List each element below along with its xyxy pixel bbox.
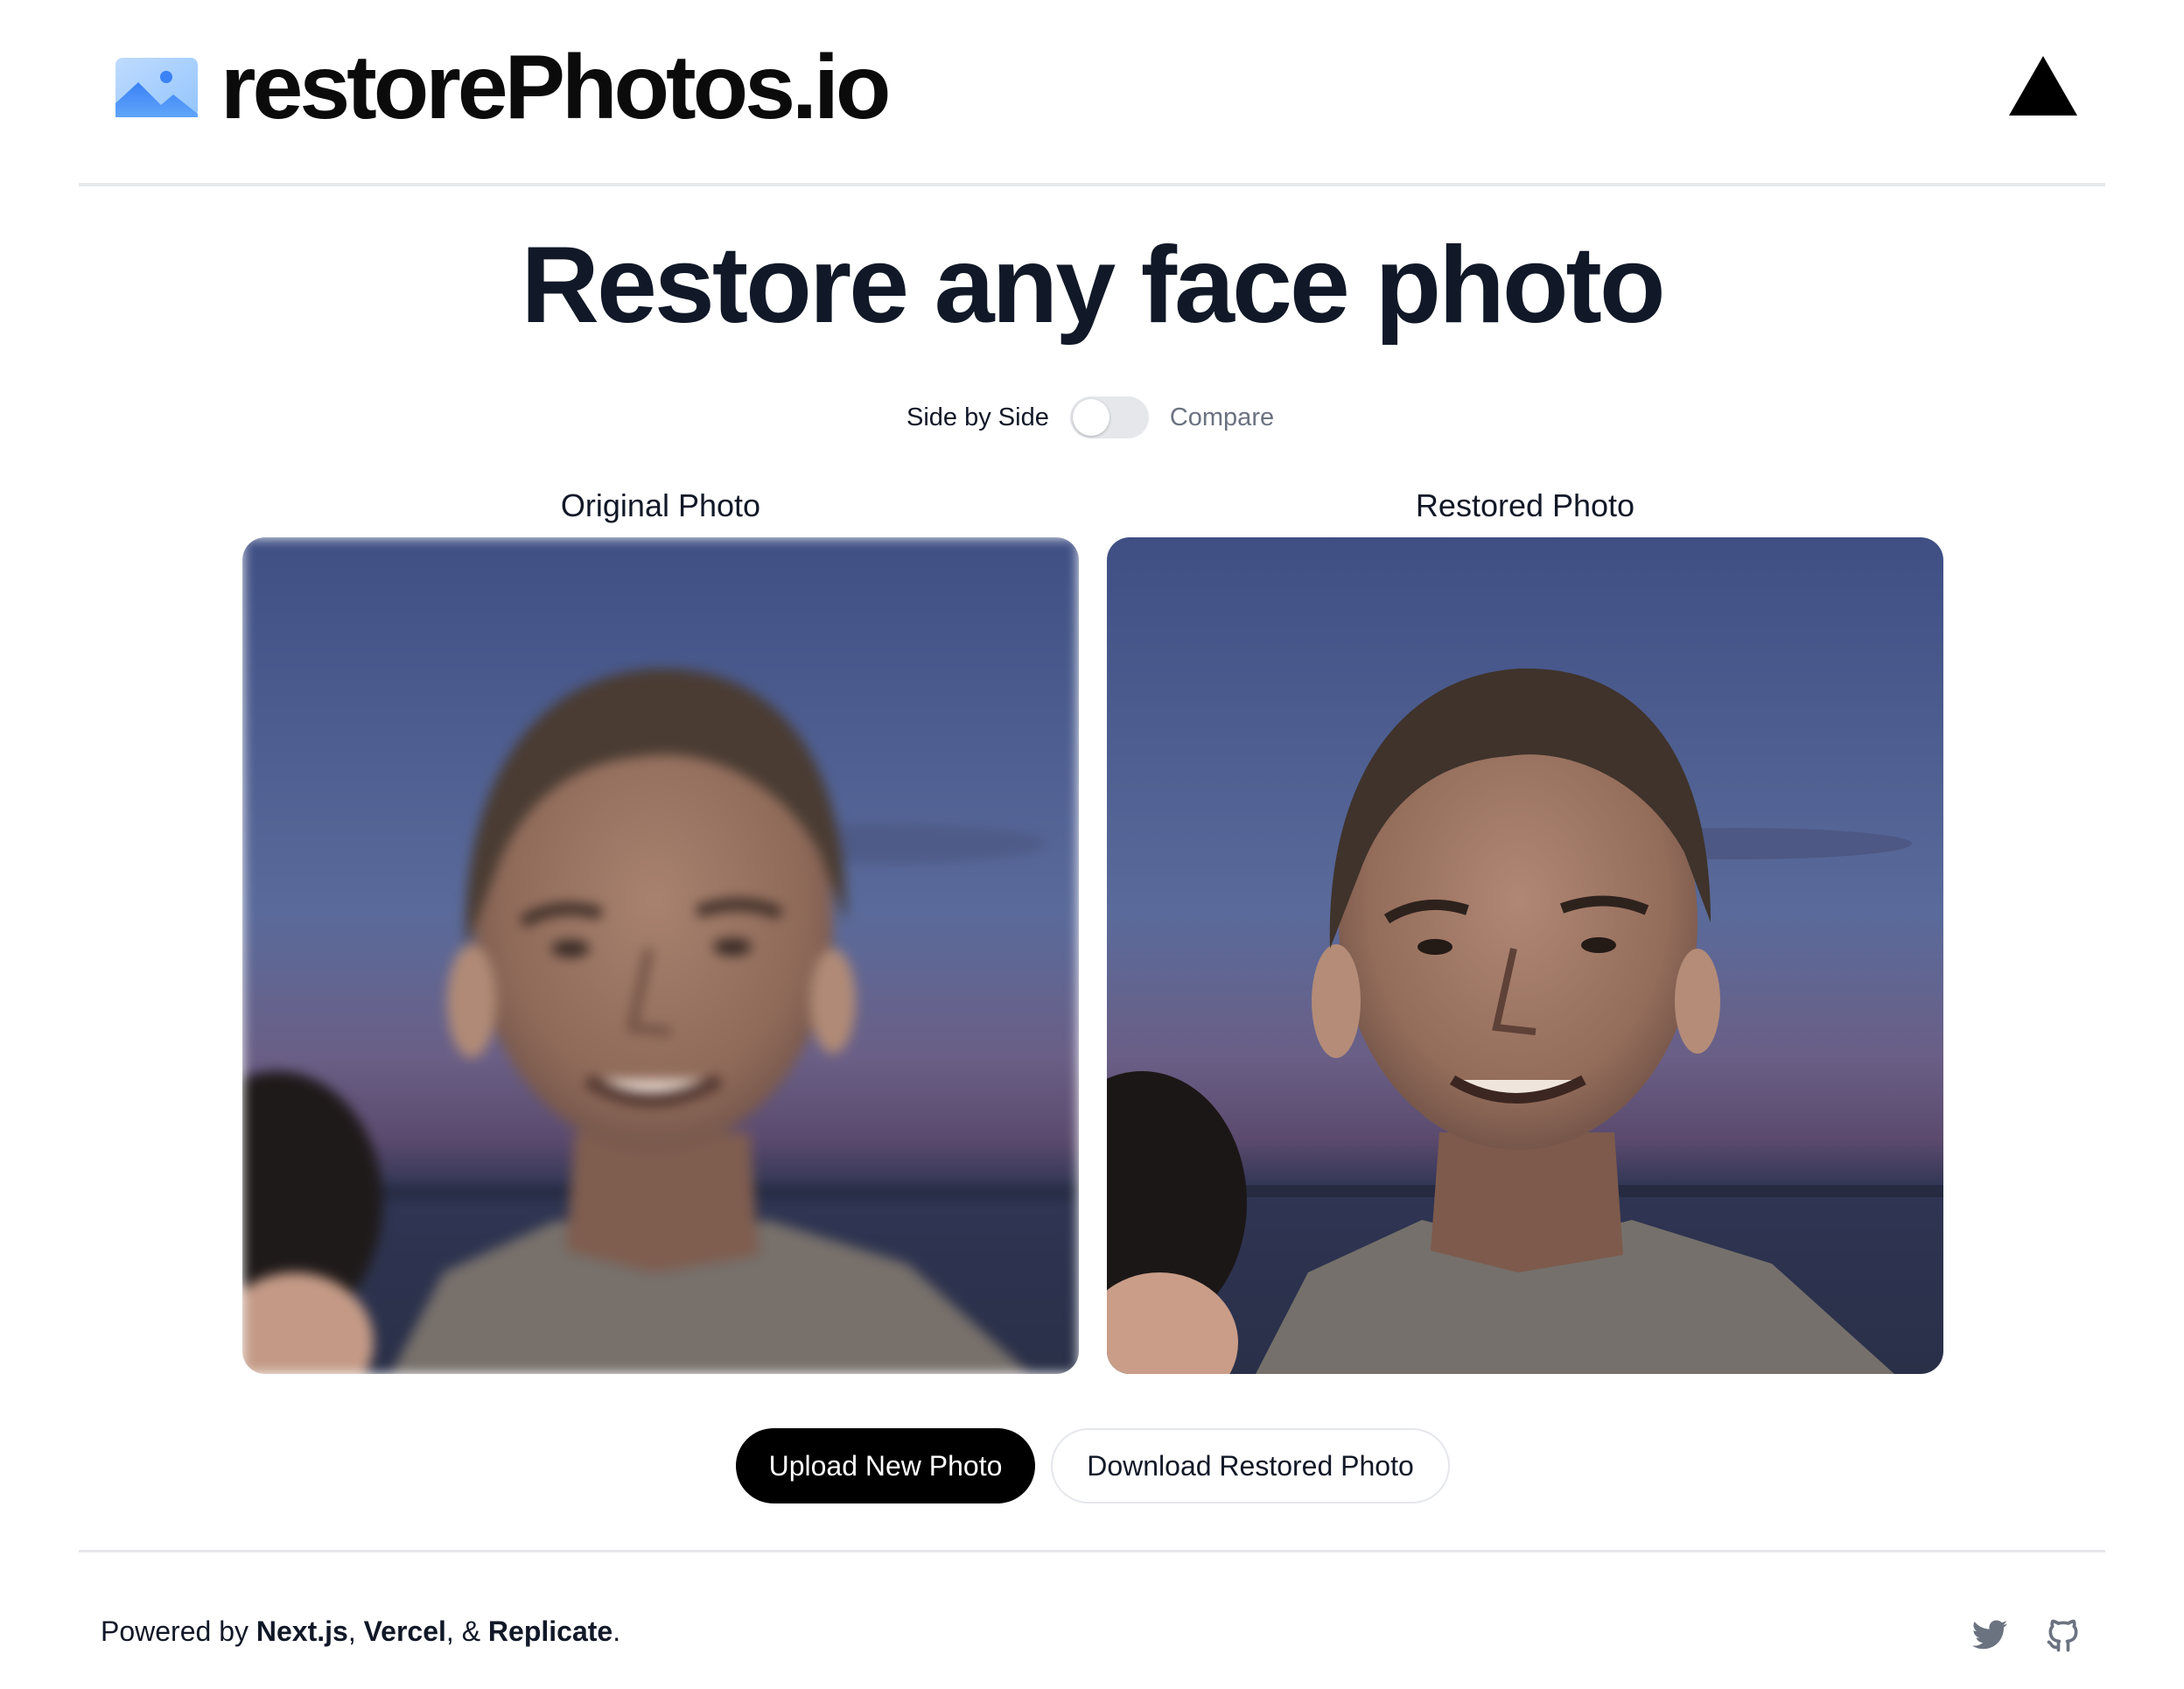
action-buttons: Upload New Photo Download Restored Photo <box>736 1428 1450 1503</box>
original-photo-label: Original Photo <box>560 487 761 523</box>
header: restorePhotos.io <box>79 0 2105 186</box>
suffix: . <box>612 1615 621 1647</box>
view-mode-switch[interactable] <box>1069 396 1149 438</box>
view-toggle: Side by Side Compare <box>906 396 1274 439</box>
separator: , <box>347 1615 364 1647</box>
github-icon[interactable] <box>2044 1616 2082 1655</box>
page-title: Restore any face photo <box>521 225 1665 346</box>
toggle-label-compare: Compare <box>1169 403 1275 431</box>
footer: Powered by Next.js, Vercel, & Replicate. <box>79 1550 2105 1689</box>
original-photo-column: Original Photo <box>242 481 1079 1374</box>
photo-icon <box>116 58 198 117</box>
restored-photo <box>1107 537 1943 1374</box>
powered-by-text: Powered by Next.js, Vercel, & Replicate. <box>101 1615 620 1648</box>
toggle-label-side-by-side: Side by Side <box>906 403 1049 431</box>
twitter-icon[interactable] <box>1970 1616 2009 1655</box>
vercel-link[interactable]: Vercel <box>364 1615 446 1647</box>
vercel-triangle-icon[interactable] <box>2007 54 2079 117</box>
original-photo <box>242 537 1079 1374</box>
restored-photo-label: Restored Photo <box>1415 487 1635 523</box>
nextjs-link[interactable]: Next.js <box>256 1615 348 1647</box>
replicate-link[interactable]: Replicate <box>488 1615 612 1647</box>
social-links <box>1970 1616 2082 1655</box>
download-restored-photo-button[interactable]: Download Restored Photo <box>1051 1428 1450 1503</box>
powered-prefix: Powered by <box>101 1615 256 1647</box>
restored-photo-column: Restored Photo <box>1107 481 1943 1374</box>
brand-name: restorePhotos.io <box>220 37 891 138</box>
separator: , & <box>445 1615 488 1647</box>
switch-knob <box>1072 399 1110 436</box>
brand[interactable]: restorePhotos.io <box>116 37 891 138</box>
upload-new-photo-button[interactable]: Upload New Photo <box>736 1428 1035 1503</box>
